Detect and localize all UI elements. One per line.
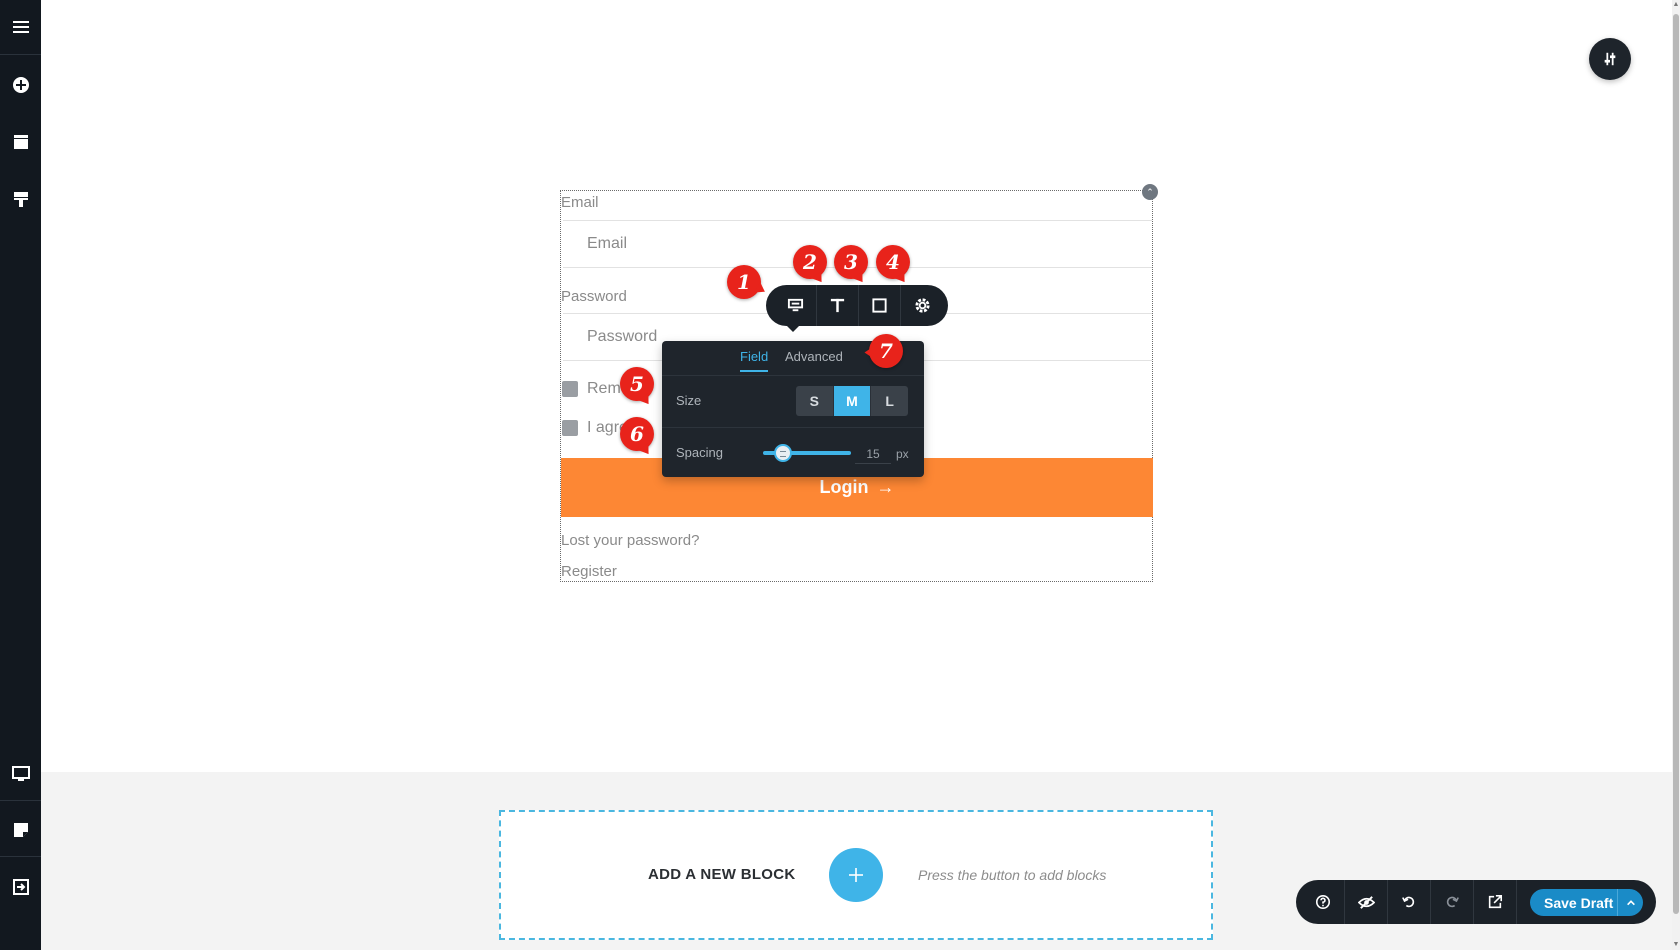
spacing-input[interactable]: [855, 444, 891, 464]
left-sidebar: [0, 0, 41, 950]
exit-icon[interactable]: [0, 867, 41, 907]
sidebar-divider: [0, 856, 41, 857]
size-s-button[interactable]: S: [796, 386, 834, 416]
add-block-hint: Press the button to add blocks: [918, 867, 1107, 883]
page-settings-icon[interactable]: [0, 810, 41, 850]
scrollbar[interactable]: ▲ ▼: [1672, 0, 1680, 950]
save-draft-label: Save Draft: [1544, 894, 1614, 911]
marker-2: 2: [793, 245, 827, 279]
scroll-up-icon[interactable]: ▲: [1672, 0, 1680, 10]
toolbar-caret: [786, 325, 800, 332]
arrow-right-icon: →: [876, 477, 895, 497]
size-l-button[interactable]: L: [871, 386, 908, 416]
layers-icon[interactable]: [0, 122, 41, 162]
remember-checkbox[interactable]: [562, 381, 578, 397]
marker-3: 3: [834, 245, 868, 279]
size-m-button[interactable]: M: [833, 386, 872, 416]
password-label: Password: [561, 288, 627, 305]
agree-checkbox[interactable]: [562, 420, 578, 436]
sidebar-divider: [0, 800, 41, 801]
save-draft-button[interactable]: Save Draft: [1530, 889, 1643, 916]
external-link-icon[interactable]: [1474, 880, 1517, 924]
help-icon[interactable]: [1302, 880, 1345, 924]
visibility-off-icon[interactable]: [1345, 880, 1388, 924]
scroll-down-icon[interactable]: ▼: [1672, 940, 1680, 950]
spacing-label: Spacing: [676, 445, 723, 460]
marker-4: 4: [876, 245, 910, 279]
redo-icon[interactable]: [1431, 880, 1474, 924]
size-selector: S M L: [796, 386, 908, 416]
email-label: Email: [561, 194, 599, 211]
sliders-icon: [1604, 52, 1616, 66]
add-block-button[interactable]: [829, 848, 883, 902]
tab-advanced[interactable]: Advanced: [785, 349, 843, 370]
desktop-icon[interactable]: [0, 754, 41, 794]
add-block-title: ADD A NEW BLOCK: [648, 866, 796, 883]
spacing-slider-handle[interactable]: [774, 444, 792, 462]
border-icon[interactable]: [859, 285, 901, 326]
spacing-unit: px: [896, 447, 909, 461]
popover-divider: [662, 427, 924, 428]
tab-field[interactable]: Field: [740, 349, 769, 372]
undo-icon[interactable]: [1388, 880, 1431, 924]
menu-icon[interactable]: [0, 7, 41, 47]
size-label: Size: [676, 393, 702, 408]
marker-7: 7: [869, 334, 903, 368]
plus-icon: [849, 868, 863, 882]
collapse-block-icon[interactable]: ⌃: [1142, 184, 1158, 200]
marker-5: 5: [620, 367, 654, 401]
element-toolbar: [766, 285, 948, 326]
marker-1: 1: [727, 265, 761, 299]
add-circle-icon[interactable]: [0, 65, 41, 105]
login-label: Login: [819, 477, 869, 497]
scroll-thumb[interactable]: [1673, 14, 1679, 914]
lost-password-link[interactable]: Lost your password?: [561, 532, 699, 549]
text-icon[interactable]: [817, 285, 859, 326]
gear-icon[interactable]: [901, 285, 943, 326]
sidebar-divider: [0, 54, 41, 55]
field-style-icon[interactable]: [775, 285, 817, 326]
marker-6: 6: [620, 417, 654, 451]
chevron-up-icon[interactable]: [1617, 889, 1643, 916]
register-link[interactable]: Register: [561, 563, 617, 580]
global-settings-button[interactable]: [1589, 38, 1631, 80]
paint-roller-icon[interactable]: [0, 179, 41, 219]
